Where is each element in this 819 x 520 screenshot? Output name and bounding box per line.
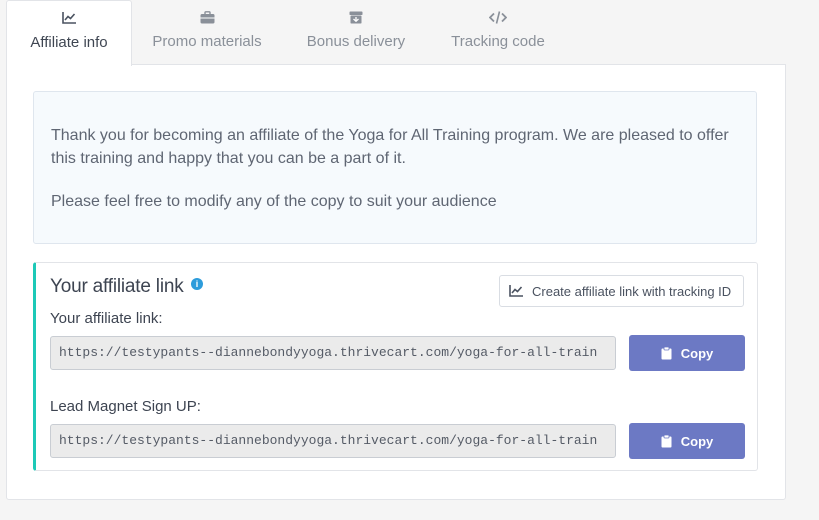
tab-promo-materials[interactable]: Promo materials <box>136 0 278 64</box>
lead-magnet-label: Lead Magnet Sign UP: <box>50 398 201 415</box>
tab-panel: Thank you for becoming an affiliate of t… <box>6 64 786 500</box>
code-icon <box>489 9 507 25</box>
tab-label: Promo materials <box>152 33 262 50</box>
intro-paragraph: Thank you for becoming an affiliate of t… <box>51 127 729 167</box>
tab-bar: Affiliate info Promo materials Bonus del… <box>6 0 786 66</box>
copy-label: Copy <box>680 345 714 361</box>
create-button-label: Create affiliate link with tracking ID <box>532 283 732 299</box>
card-title: Your affiliate link <box>50 276 184 297</box>
affiliate-link-card: Your affiliate link i Create affiliate l… <box>33 262 758 471</box>
tab-tracking-code[interactable]: Tracking code <box>434 0 562 64</box>
intro-notice: Thank you for becoming an affiliate of t… <box>33 91 757 244</box>
copy-lead-magnet-button[interactable]: Copy <box>629 423 745 459</box>
create-tracking-link-button[interactable]: Create affiliate link with tracking ID <box>499 275 744 307</box>
lead-magnet-input[interactable]: https://testypants--diannebondyyoga.thri… <box>50 424 616 458</box>
info-icon[interactable]: i <box>191 278 203 290</box>
chart-icon <box>62 10 76 26</box>
tab-label: Affiliate info <box>30 34 108 51</box>
chart-icon <box>509 285 523 297</box>
intro-paragraph: Please feel free to modify any of the co… <box>51 193 497 210</box>
clipboard-icon <box>661 346 672 360</box>
gift-box-icon <box>349 9 363 25</box>
copy-affiliate-link-button[interactable]: Copy <box>629 335 745 371</box>
copy-label: Copy <box>680 433 714 449</box>
tab-label: Bonus delivery <box>306 33 406 50</box>
clipboard-icon <box>661 434 672 448</box>
tab-affiliate-info[interactable]: Affiliate info <box>6 0 132 66</box>
tab-bonus-delivery[interactable]: Bonus delivery <box>284 0 428 64</box>
tab-label: Tracking code <box>451 33 545 50</box>
affiliate-link-input[interactable]: https://testypants--diannebondyyoga.thri… <box>50 336 616 370</box>
affiliate-link-label: Your affiliate link: <box>50 310 163 327</box>
briefcase-icon <box>200 9 215 25</box>
